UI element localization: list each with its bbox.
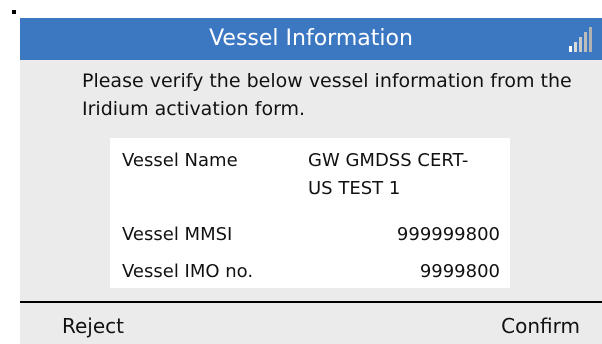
vessel-name-value: GW GMDSS CERT-US TEST 1 [308,150,469,199]
title-bar: Vessel Information [20,18,602,60]
vessel-imo-value: 9999800 [419,261,500,282]
signal-strength-icon [569,27,592,52]
vessel-info-table: Vessel Name GW GMDSS CERT-US TEST 1 Vess… [110,138,510,288]
softkey-divider [20,301,602,303]
corner-marker [12,10,16,14]
vessel-mmsi-value: 999999800 [396,224,500,245]
vessel-imo-label: Vessel IMO no. [122,261,254,282]
reject-softkey[interactable]: Reject [62,313,124,339]
vessel-mmsi-label: Vessel MMSI [122,224,233,245]
page-title: Vessel Information [209,26,413,51]
device-screen: Vessel Information Please verify the bel… [20,18,602,344]
vessel-name-label: Vessel Name [122,150,238,171]
instruction-text: Please verify the below vessel informati… [82,70,572,120]
confirm-softkey[interactable]: Confirm [501,313,580,339]
